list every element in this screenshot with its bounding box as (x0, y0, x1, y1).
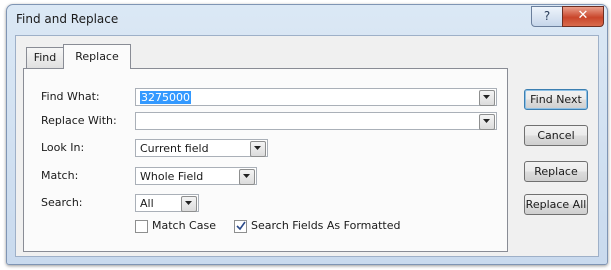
match-value: Whole Field (140, 170, 204, 183)
tab-find[interactable]: Find (26, 47, 64, 68)
cancel-button[interactable]: Cancel (524, 125, 588, 146)
search-value: All (140, 197, 154, 210)
replace-with-label: Replace With: (41, 114, 117, 127)
replace-all-button[interactable]: Replace All (524, 194, 588, 215)
replace-tab-panel: Find What: 3275000 Replace With: Look In… (23, 68, 508, 252)
search-select[interactable]: All (135, 194, 199, 212)
chevron-down-icon[interactable] (479, 114, 495, 130)
look-in-select[interactable]: Current field (135, 139, 268, 157)
match-label: Match: (41, 169, 79, 182)
help-button[interactable]: ? (531, 6, 563, 27)
chevron-down-icon[interactable] (239, 169, 255, 185)
replace-with-input[interactable] (135, 112, 497, 130)
search-formatted-checkbox[interactable] (234, 220, 247, 233)
match-case-label: Match Case (152, 219, 216, 232)
look-in-value: Current field (140, 142, 209, 155)
look-in-label: Look In: (41, 141, 85, 154)
close-button[interactable]: ✕ (562, 6, 604, 27)
find-what-label: Find What: (41, 90, 100, 103)
find-replace-dialog: Find and Replace ? ✕ Find Replace Find W… (6, 4, 608, 265)
search-formatted-option[interactable]: Search Fields As Formatted (234, 218, 434, 234)
find-next-button[interactable]: Find Next (524, 89, 588, 110)
search-formatted-label: Search Fields As Formatted (251, 219, 401, 232)
chevron-down-icon[interactable] (181, 196, 197, 212)
check-icon (236, 221, 246, 231)
dialog-body: Find Replace Find What: 3275000 Replace … (15, 35, 599, 257)
chevron-down-icon[interactable] (250, 141, 266, 157)
find-what-input[interactable]: 3275000 (135, 88, 497, 106)
search-label: Search: (41, 196, 83, 209)
window-title: Find and Replace (16, 12, 119, 26)
match-select[interactable]: Whole Field (135, 167, 257, 185)
match-case-checkbox[interactable] (135, 220, 148, 233)
replace-button[interactable]: Replace (524, 161, 588, 182)
chevron-down-icon[interactable] (479, 90, 495, 106)
tab-replace[interactable]: Replace (63, 44, 131, 69)
find-what-value: 3275000 (140, 91, 191, 104)
title-bar[interactable]: Find and Replace ? ✕ (7, 5, 607, 35)
